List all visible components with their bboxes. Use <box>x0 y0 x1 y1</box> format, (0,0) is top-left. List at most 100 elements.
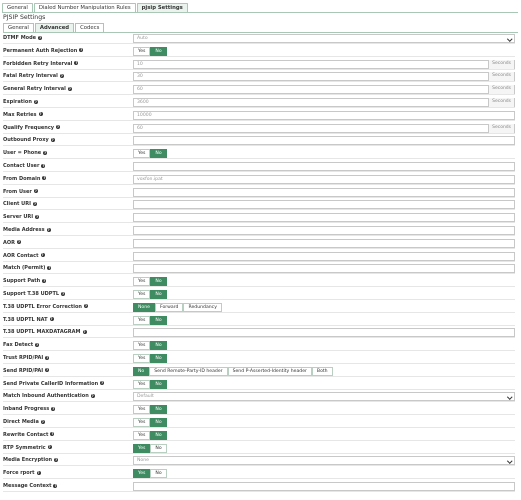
media-encryption-select[interactable]: None <box>133 456 515 466</box>
help-icon[interactable]: ? <box>67 86 72 91</box>
t-38-udptl-nat-option-yes[interactable]: Yes <box>133 315 151 325</box>
t-38-udptl-maxdatagram-input[interactable] <box>133 328 515 338</box>
qualify-frequency-input[interactable]: 60 Seconds <box>133 123 515 133</box>
help-icon[interactable]: ? <box>46 227 51 232</box>
support-path-option-no[interactable]: No <box>150 277 167 287</box>
help-icon[interactable]: ? <box>45 368 50 373</box>
help-icon[interactable]: ? <box>56 125 61 130</box>
fax-detect-option-no[interactable]: No <box>150 341 167 351</box>
help-icon[interactable]: ? <box>83 304 88 309</box>
rewrite-contact-option-yes[interactable]: Yes <box>133 430 151 440</box>
media-address-input[interactable] <box>133 226 515 235</box>
help-icon[interactable]: ? <box>53 483 58 488</box>
send-private-callerid-information-option-yes[interactable]: Yes <box>133 379 151 389</box>
server-uri-input[interactable] <box>133 213 515 223</box>
from-domain-input[interactable]: voxfon.ipat <box>133 174 515 184</box>
help-icon[interactable]: ? <box>40 419 45 424</box>
help-icon[interactable]: ? <box>49 317 54 322</box>
help-icon[interactable]: ? <box>82 329 87 334</box>
dtmf-mode-select[interactable]: Auto <box>133 34 515 43</box>
contact-user-input[interactable] <box>133 162 515 171</box>
support-t-38-udptl-option-yes[interactable]: Yes <box>133 290 151 299</box>
help-icon[interactable]: ? <box>59 73 64 78</box>
help-icon[interactable]: ? <box>35 342 40 347</box>
permanent-auth-rejection-option-no[interactable]: No <box>150 46 167 56</box>
help-icon[interactable]: ? <box>51 406 56 411</box>
support-path-option-yes[interactable]: Yes <box>133 277 151 287</box>
contact-user-label-text: Contact User <box>3 163 40 169</box>
help-icon[interactable]: ? <box>40 253 45 258</box>
user-phone-option-no[interactable]: No <box>150 149 167 159</box>
send-private-callerid-information-option-no[interactable]: No <box>150 379 167 389</box>
send-rpid-pai-option-no[interactable]: No <box>133 366 150 376</box>
match-permit-input[interactable] <box>133 264 515 274</box>
help-icon[interactable]: ? <box>79 48 84 53</box>
aor-input[interactable] <box>133 238 515 248</box>
rtp-symmetric-option-no[interactable]: No <box>150 443 167 453</box>
forbidden-retry-interval-input[interactable]: 10 Seconds <box>133 59 515 69</box>
message-context-input[interactable] <box>133 482 515 491</box>
expiration-input[interactable]: 3600 Seconds <box>133 98 515 107</box>
outbound-proxy-input[interactable] <box>133 136 515 146</box>
trust-rpid-pai-option-yes[interactable]: Yes <box>133 354 151 363</box>
from-user-input[interactable] <box>133 187 515 197</box>
match-inbound-authentication-select[interactable]: Default <box>133 392 515 402</box>
help-icon[interactable]: ? <box>54 457 59 462</box>
fatal-retry-interval-input[interactable]: 30 Seconds <box>133 72 515 82</box>
help-icon[interactable]: ? <box>42 278 47 283</box>
rtp-symmetric-option-yes[interactable]: Yes <box>133 443 151 453</box>
help-icon[interactable]: ? <box>43 150 48 155</box>
help-icon[interactable]: ? <box>74 61 79 66</box>
help-icon[interactable]: ? <box>100 381 105 386</box>
help-icon[interactable]: ? <box>47 445 52 450</box>
trust-rpid-pai-option-no[interactable]: No <box>150 354 167 363</box>
tab-dialed-number-manipulation-rules[interactable]: Dialed Number Manipulation Rules <box>33 3 136 12</box>
row-t-38-udptl-maxdatagram: T.38 UDPTL MAXDATAGRAM? <box>3 327 515 339</box>
client-uri-input[interactable] <box>133 200 515 210</box>
help-icon[interactable]: ? <box>61 291 66 296</box>
user-phone-option-yes[interactable]: Yes <box>133 149 151 159</box>
help-icon[interactable]: ? <box>90 393 95 398</box>
send-rpid-pai-option-send-p-asserted-identity-header[interactable]: Send P-Asserted-Identity header <box>227 366 312 376</box>
general-retry-interval-input[interactable]: 60 Seconds <box>133 85 515 95</box>
direct-media-option-yes[interactable]: Yes <box>133 418 151 427</box>
inband-progress-option-no[interactable]: No <box>150 405 167 415</box>
subtab-advanced[interactable]: Advanced <box>34 23 75 32</box>
inband-progress-option-yes[interactable]: Yes <box>133 405 151 415</box>
help-icon[interactable]: ? <box>38 35 43 40</box>
help-icon[interactable]: ? <box>41 163 46 168</box>
help-icon[interactable]: ? <box>50 137 55 142</box>
subtab-general[interactable]: General <box>3 23 34 32</box>
force-rport-option-yes[interactable]: Yes <box>133 469 151 479</box>
force-rport-option-no[interactable]: No <box>150 469 167 479</box>
subtab-codecs[interactable]: Codecs <box>75 23 105 32</box>
tab-pjsip-settings[interactable]: pjsip Settings <box>136 3 188 12</box>
support-t-38-udptl-option-no[interactable]: No <box>150 290 167 299</box>
t-38-udptl-nat-option-no[interactable]: No <box>150 315 167 325</box>
send-private-callerid-information-label-text: Send Private CallerID Information <box>3 380 99 387</box>
max-retries-input[interactable]: 10000 <box>133 110 515 120</box>
help-icon[interactable]: ? <box>45 355 50 360</box>
help-icon[interactable]: ? <box>38 112 43 117</box>
send-rpid-pai-option-both[interactable]: Both <box>311 366 333 376</box>
t-38-udptl-error-correction-option-forward[interactable]: Forward <box>155 302 184 312</box>
fax-detect-option-yes[interactable]: Yes <box>133 341 151 351</box>
t-38-udptl-error-correction-option-redundancy[interactable]: Redundancy <box>183 302 222 312</box>
t-38-udptl-error-correction-option-none[interactable]: None <box>133 302 155 312</box>
tab-general[interactable]: General <box>2 3 33 12</box>
help-icon[interactable]: ? <box>33 99 38 104</box>
send-rpid-pai-option-send-remote-party-id-header[interactable]: Send Remote-Party-ID header <box>149 366 228 376</box>
row-rewrite-contact: Rewrite Contact? Yes No <box>3 430 515 441</box>
help-icon[interactable]: ? <box>36 470 41 475</box>
help-icon[interactable]: ? <box>33 189 38 194</box>
aor-contact-input[interactable] <box>133 251 515 261</box>
help-icon[interactable]: ? <box>47 265 52 270</box>
help-icon[interactable]: ? <box>42 176 47 181</box>
direct-media-option-no[interactable]: No <box>150 418 167 427</box>
help-icon[interactable]: ? <box>35 214 40 219</box>
permanent-auth-rejection-option-yes[interactable]: Yes <box>133 46 151 56</box>
help-icon[interactable]: ? <box>16 240 21 245</box>
rewrite-contact-option-no[interactable]: No <box>150 430 167 440</box>
help-icon[interactable]: ? <box>50 432 55 437</box>
help-icon[interactable]: ? <box>32 201 37 206</box>
